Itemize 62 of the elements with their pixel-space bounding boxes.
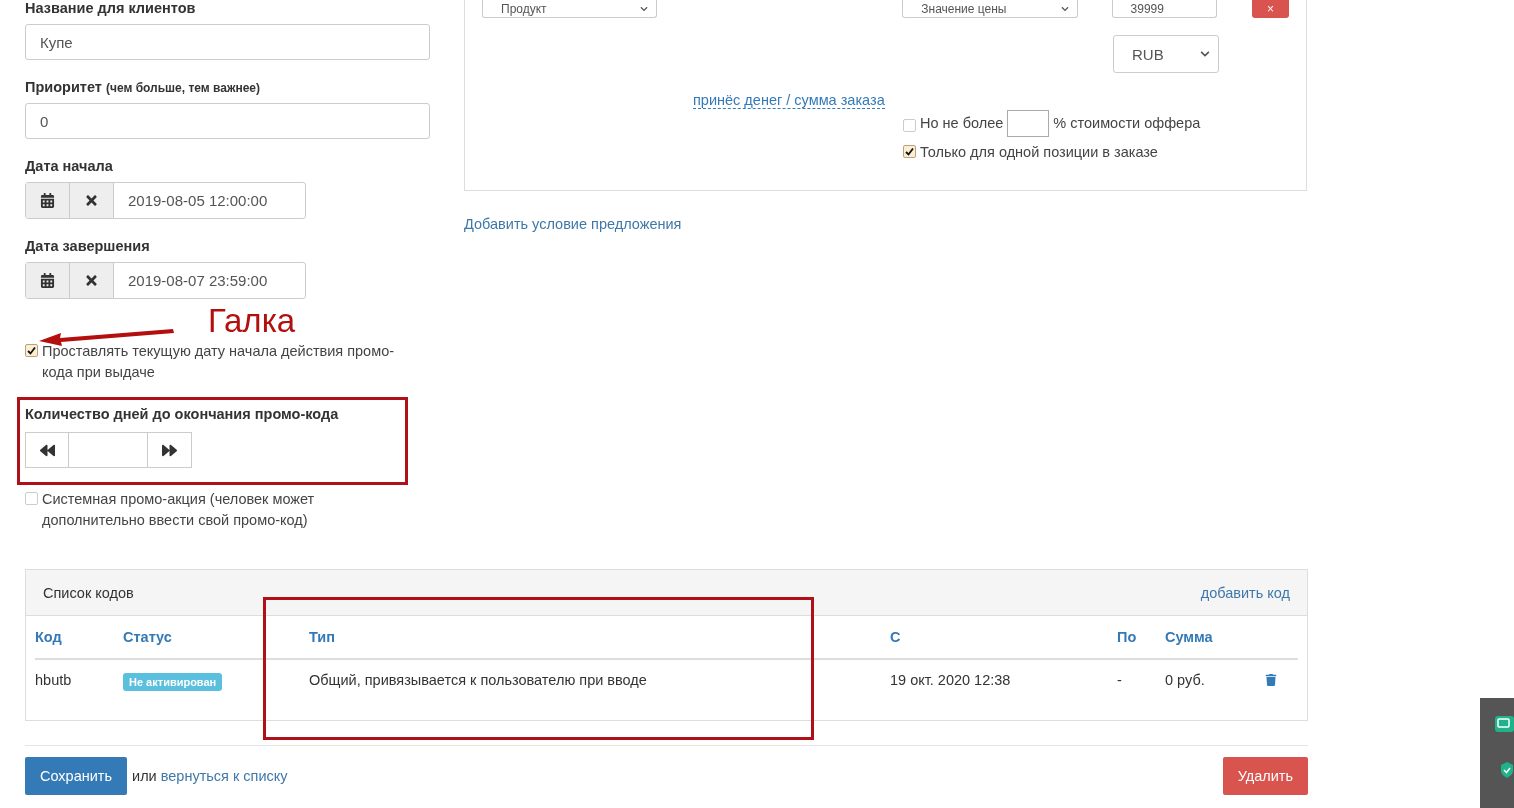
add-condition-link[interactable]: Добавить условие предложения bbox=[464, 216, 682, 232]
shield-icon[interactable] bbox=[1500, 761, 1514, 779]
fast-forward-icon bbox=[161, 442, 177, 458]
chevron-icon bbox=[1060, 4, 1069, 13]
status-badge: Не активирован bbox=[123, 673, 223, 691]
percent-field[interactable] bbox=[1007, 110, 1050, 137]
column-header: По bbox=[1117, 616, 1165, 660]
rewind-icon bbox=[39, 442, 55, 458]
date-field[interactable]: 2019-08-07 23:59:00 bbox=[25, 262, 306, 299]
checkbox-label: % стоимости оффера bbox=[1053, 114, 1201, 133]
check-icon bbox=[905, 147, 914, 156]
table-cell-text: 19 окт. 2020 12:38 bbox=[890, 671, 1012, 690]
checkbox-label: Системная промо-акция (человек может дополнительно ввести свой промо-код) bbox=[42, 490, 316, 530]
add-code-link[interactable]: добавить код bbox=[1200, 584, 1290, 601]
chevron-icon bbox=[1200, 49, 1210, 59]
input-field[interactable]: 0 bbox=[25, 103, 430, 139]
column-header: Код bbox=[35, 616, 123, 660]
days-stepper[interactable] bbox=[25, 432, 192, 468]
price-select[interactable]: Значение цены bbox=[902, 0, 1078, 18]
save-button[interactable]: Сохранить bbox=[25, 757, 128, 795]
close-icon bbox=[84, 273, 99, 288]
panel-title: Список кодов bbox=[43, 584, 134, 601]
currency-select[interactable]: RUB bbox=[1113, 35, 1219, 73]
clear-button[interactable] bbox=[70, 263, 114, 298]
amount-field[interactable]: 39999 bbox=[1111, 0, 1218, 18]
calendar-icon bbox=[40, 273, 55, 288]
table-cell-text: Общий, привязывается к пользователю при вводе bbox=[309, 671, 648, 690]
input-field[interactable]: Купе bbox=[25, 24, 430, 60]
clear-button[interactable] bbox=[70, 183, 114, 218]
trash-icon[interactable] bbox=[1265, 674, 1277, 686]
checkbox[interactable] bbox=[903, 118, 916, 132]
field-label: Количество дней до окончания промо-кода bbox=[25, 406, 340, 422]
field-label: Дата начала bbox=[25, 158, 114, 174]
chevron-icon bbox=[640, 4, 649, 13]
checkbox[interactable] bbox=[903, 145, 916, 158]
field-label: Название для клиентов bbox=[25, 0, 197, 16]
table-cell-text: 0 руб. bbox=[1165, 671, 1206, 690]
field-label: Приоритет (чем больше, тем важнее) bbox=[25, 79, 261, 95]
delete-button[interactable]: × bbox=[1252, 0, 1289, 18]
calendar-button[interactable] bbox=[26, 263, 70, 298]
checkbox-label: Но не более bbox=[920, 114, 1004, 133]
checkbox-label: Проставлять текущую дату начала действия промо-кода при выдаче bbox=[42, 342, 396, 382]
date-field[interactable]: 2019-08-05 12:00:00 bbox=[25, 182, 306, 219]
checkbox-label: Только для одной позиции в заказе bbox=[920, 143, 1158, 162]
close-icon bbox=[84, 193, 99, 208]
delete-button[interactable]: Удалить bbox=[1222, 757, 1308, 795]
product-select[interactable]: Продукт bbox=[482, 0, 658, 18]
table-cell-text: hbutb bbox=[35, 671, 73, 690]
or-text: или bbox=[132, 768, 157, 784]
window-icon[interactable] bbox=[1494, 715, 1514, 733]
annotation-text: Галка bbox=[208, 302, 296, 340]
check-icon bbox=[27, 346, 36, 355]
checkbox[interactable] bbox=[25, 344, 38, 357]
calendar-button[interactable] bbox=[26, 183, 70, 218]
field-label: Дата завершения bbox=[25, 238, 151, 254]
calendar-icon bbox=[40, 193, 55, 208]
back-link[interactable]: вернуться к списку bbox=[160, 768, 288, 784]
checkbox[interactable] bbox=[25, 492, 38, 505]
column-header: Сумма bbox=[1165, 616, 1265, 660]
ratio-link[interactable]: принёс денег / сумма заказа bbox=[693, 92, 885, 109]
column-header: С bbox=[890, 616, 1117, 660]
table-cell-text: - bbox=[1117, 671, 1123, 690]
